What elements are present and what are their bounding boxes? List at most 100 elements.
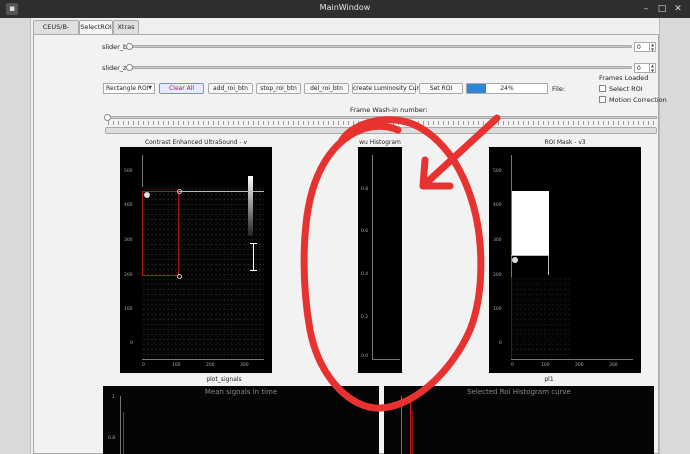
roi-mask-plot[interactable]: 500 400 300 200 100 0 0 100 200 300 [489, 147, 641, 373]
roi-mask-xtick: 300 [609, 363, 618, 368]
roi-mask-title: ROI Mask - v3 [544, 139, 586, 146]
slider-z-handle[interactable] [126, 64, 133, 71]
roi-mask-x-axis [511, 359, 633, 360]
create-luminosity-curve-button[interactable]: create Luminosity Curve [352, 83, 426, 94]
roi-mask-ytick: 300 [493, 238, 502, 243]
del-roi-button[interactable]: del_roi_btn [304, 83, 349, 94]
ceus-ytick: 300 [124, 238, 133, 243]
roi-histogram-curve-plot[interactable]: Selected Roi Histogram curve [384, 386, 654, 454]
stop-roi-button[interactable]: stop_roi_btn [256, 83, 301, 94]
roi-rotate-handle[interactable] [144, 192, 150, 198]
histogram-x-axis [372, 359, 400, 360]
ceus-xtick: 0 [142, 363, 145, 368]
mean-signals-y-axis [120, 396, 121, 454]
spin-arrows-icon[interactable]: ▲ ▼ [649, 42, 655, 52]
tab-xtras[interactable]: Xtras [113, 20, 139, 34]
frames-loaded-label: Frames Loaded [599, 74, 649, 82]
ceus-brightness-strip [248, 176, 253, 236]
roi-mask-ytick: 500 [493, 169, 502, 174]
clear-all-button[interactable]: Clear All [159, 83, 204, 94]
slider-z-label: slider_z [102, 64, 127, 72]
roi-mask-xtick: 0 [511, 363, 514, 368]
roi-type-select[interactable]: Rectangle ROI ▼ [103, 83, 155, 94]
ceus-xtick: 300 [240, 363, 249, 368]
ceus-plot[interactable]: 500 400 300 200 100 0 0 100 200 300 [120, 147, 272, 373]
ceus-marker-top [250, 243, 257, 244]
motion-correction-label: Motion Correction [609, 96, 667, 104]
maximize-icon[interactable]: □ [656, 3, 668, 15]
close-icon[interactable]: ✕ [672, 3, 684, 15]
tab-ceus-bmode[interactable]: CEUS/B-mode [33, 20, 79, 43]
roi-mask-ytick: 0 [499, 341, 502, 346]
ceus-ytick: 400 [124, 203, 133, 208]
roi-mask-white-region [512, 191, 549, 255]
title-bar: ▪ MainWindow – □ ✕ [0, 0, 690, 18]
mean-signals-ytick: 1 [112, 395, 115, 400]
ceus-marker-bottom [250, 270, 257, 271]
roi-mask-edge [511, 255, 548, 256]
add-roi-button[interactable]: add_roi_btn [208, 83, 253, 94]
mean-signals-plot[interactable]: Mean signals in time 1 0.8 [103, 386, 379, 454]
roi-curve-peak [410, 400, 411, 454]
progress-text: 24% [500, 85, 514, 92]
spin-arrows-icon[interactable]: ▲ ▼ [649, 63, 655, 73]
histogram-plot[interactable]: 0.8 0.6 0.4 0.2 0.0 [358, 147, 402, 373]
slider-b-spinbox[interactable]: 0 ▲ ▼ [634, 42, 656, 52]
motion-correction-checkbox[interactable] [599, 96, 606, 103]
slider-b-handle[interactable] [126, 43, 133, 50]
roi-mask-edge-side [548, 255, 549, 275]
roi-mask-xtick: 100 [541, 363, 550, 368]
roi-mask-noise [511, 277, 571, 359]
histogram-title: wu Histogram [359, 139, 401, 146]
frame-washin-ticks [108, 121, 656, 125]
frame-washin-handle[interactable] [104, 114, 111, 121]
roi-mask-ytick: 400 [493, 203, 502, 208]
roi-type-value: Rectangle ROI [106, 85, 149, 92]
mean-signals-ytick: 0.8 [108, 436, 116, 441]
roi-curve-peak-2 [412, 410, 413, 454]
slider-b[interactable] [127, 45, 632, 48]
selectroi-panel: slider_b 0 ▲ ▼ slider_z 0 ▲ ▼ Rectangle RO… [33, 34, 667, 454]
mean-signals-title: Mean signals in time [204, 388, 278, 396]
ceus-ytick: 200 [124, 273, 133, 278]
frame-washin-label: Frame Wash-in number: [350, 106, 428, 114]
tab-selectroi[interactable]: SelectROI [79, 20, 113, 35]
file-label: File: [552, 85, 566, 93]
ceus-x-axis [142, 359, 264, 360]
slider-z-value: 0 [637, 65, 641, 72]
set-roi-button[interactable]: Set ROI [419, 83, 463, 94]
ceus-plot-title: Contrast Enhanced UltraSound - v [144, 139, 248, 146]
histogram-ytick: 0.8 [361, 187, 369, 192]
roi-mask-ytick: 200 [493, 273, 502, 278]
roi-curve-y-axis [401, 396, 402, 454]
ceus-ytick: 100 [124, 307, 133, 312]
slider-z[interactable] [127, 66, 632, 69]
roi-histogram-curve-title: Selected Roi Histogram curve [467, 388, 571, 396]
ceus-marker-line [253, 243, 254, 271]
roi-rectangle[interactable] [142, 191, 179, 276]
slider-z-spinbox[interactable]: 0 ▲ ▼ [634, 63, 656, 73]
roi-mask-caption: pl1 [544, 376, 554, 383]
ceus-xtick: 100 [172, 363, 181, 368]
roi-handle-top[interactable] [177, 189, 182, 194]
roi-mask-xtick: 200 [575, 363, 584, 368]
frame-washin-slider[interactable] [105, 116, 657, 119]
histogram-y-axis [372, 155, 373, 360]
roi-mask-ytick: 100 [493, 307, 502, 312]
main-window: CEUS/B-mode SelectROI Xtras slider_b 0 ▲… [30, 18, 667, 454]
ceus-xtick: 200 [206, 363, 215, 368]
mean-signal-line [123, 412, 124, 454]
frame-washin-scrollbar[interactable] [105, 127, 657, 134]
roi-handle-bottom[interactable] [177, 274, 182, 279]
select-roi-label: Select ROI [609, 85, 643, 93]
histogram-ytick: 0.0 [361, 354, 369, 359]
slider-b-value: 0 [637, 44, 641, 51]
slider-b-label: slider_b [102, 43, 128, 51]
ceus-ytick: 500 [124, 169, 133, 174]
minimize-icon[interactable]: – [640, 3, 652, 15]
roi-mask-handle[interactable] [512, 257, 518, 263]
histogram-ytick: 0.4 [361, 272, 369, 277]
progress-bar: 24% [466, 83, 548, 94]
histogram-ytick: 0.6 [361, 229, 369, 234]
select-roi-checkbox[interactable] [599, 85, 606, 92]
